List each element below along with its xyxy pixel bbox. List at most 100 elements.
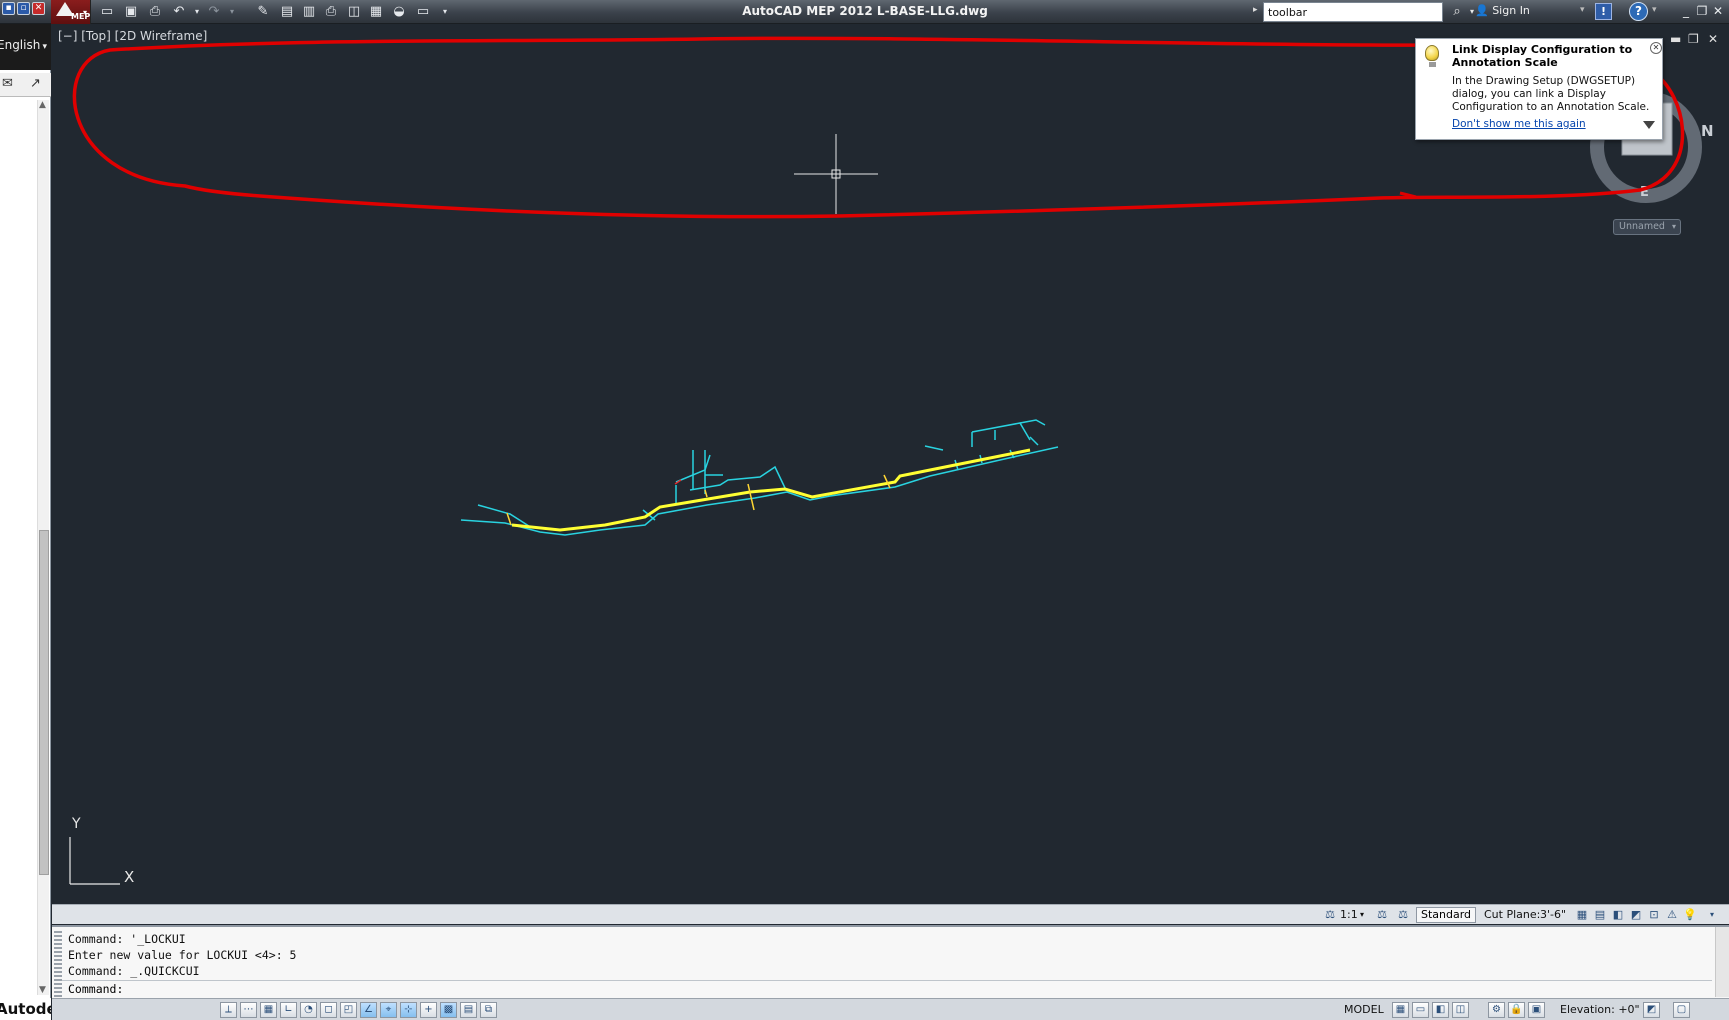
cut-plane-value[interactable]: 3'-6" [1540,907,1566,923]
restore-icon[interactable]: ❐ [1694,3,1710,19]
quick-properties-icon[interactable]: ▤ [460,1002,477,1018]
infer-constraints-icon[interactable]: ⟂ [220,1002,237,1018]
save-icon[interactable]: ▣ [122,3,140,21]
transparency-icon[interactable]: ▩ [440,1002,457,1018]
scrollbar-thumb[interactable] [39,530,49,875]
help-dropdown-icon[interactable]: ▾ [1652,5,1657,15]
command-input[interactable]: Command: [62,980,1712,997]
quick-view-layouts-icon[interactable]: ◧ [1432,1002,1449,1018]
annotation-scale-icon[interactable]: ⚖ [1322,908,1338,922]
annotation-monitor-icon[interactable]: ⚠ [1664,908,1680,922]
help-icon[interactable]: ? [1629,2,1648,21]
clean-screen-icon[interactable]: ▢ [1673,1002,1690,1018]
minimize-icon[interactable]: _ [1678,3,1694,19]
viewport-close-icon[interactable]: ✕ [1708,32,1718,46]
close-icon[interactable]: ✕ [1710,3,1726,19]
layout-icon[interactable]: ▭ [1412,1002,1429,1018]
layer-key-icon[interactable]: ▦ [1574,908,1590,922]
dont-show-again-link[interactable]: Don't show me this again [1452,118,1586,130]
dynamic-input-icon[interactable]: ⊹ [400,1002,417,1018]
mail-icon[interactable]: ✉ [2,76,13,91]
infocenter-search-input[interactable] [1263,2,1443,22]
viewport-controls-label[interactable]: [−] [Top] [2D Wireframe] [58,29,207,43]
elevation-readout[interactable]: Elevation: +0" [1560,1002,1640,1018]
doc-restore-icon[interactable]: ▫ [17,2,30,15]
chevron-down-icon: ▾ [42,42,47,52]
sign-in-button[interactable]: 👤 Sign In [1475,4,1530,17]
object-snap-tracking-icon[interactable]: ∠ [360,1002,377,1018]
history-line: Enter new value for LOCKUI <4>: 5 [68,948,297,962]
customize-qat-icon[interactable]: ▾ [436,3,454,21]
scroll-down-icon[interactable]: ▼ [39,985,46,995]
binoculars-icon[interactable]: ⌕ [1448,2,1466,22]
undo-dropdown-icon[interactable]: ▾ [188,3,206,21]
named-view-dropdown[interactable]: Unnamed [1613,219,1681,235]
publish-icon[interactable]: ▥ [300,3,318,21]
command-line-grip[interactable] [54,931,62,997]
plot-icon[interactable]: ⎙ [322,3,340,21]
lineweight-icon[interactable]: + [420,1002,437,1018]
language-label: English [0,38,41,52]
3d-object-snap-icon[interactable]: ◰ [340,1002,357,1018]
display-configuration-dropdown[interactable]: Standard ▾ [1416,907,1476,933]
left-panel-scrollbar[interactable]: ▲ ▼ [37,100,49,995]
doc-menu-icon[interactable]: ▪ [2,2,15,15]
annotation-visibility-icon[interactable]: ⚖ [1374,908,1390,922]
undo-icon[interactable]: ↶ [170,3,188,21]
toolbar-lock-icon[interactable]: 🔒 [1508,1002,1525,1018]
chevron-down-icon: ▾ [82,8,87,17]
sign-in-dropdown-icon[interactable]: ▾ [1580,5,1585,15]
sign-in-label: Sign In [1492,4,1530,17]
viewport-minimize-icon[interactable]: ▬ [1670,32,1681,46]
folder-icon[interactable]: ▭ [414,3,432,21]
viewport-restore-icon[interactable]: ❐ [1688,32,1699,46]
selection-cycling-icon[interactable]: ⧉ [480,1002,497,1018]
sheet-set-icon[interactable]: ▤ [278,3,296,21]
polar-tracking-icon[interactable]: ◔ [300,1002,317,1018]
open-folder-icon[interactable]: ▭ [98,3,116,21]
application-menu-button[interactable]: MEP ▾ [51,0,91,24]
surface-hatch-icon[interactable]: ▤ [1592,908,1608,922]
drawing-canvas[interactable]: N E Y X [52,24,1729,904]
balloon-expand-icon[interactable] [1643,121,1655,129]
ortho-mode-icon[interactable]: ∟ [280,1002,297,1018]
pop-out-arrow-icon[interactable]: ↗ [30,76,41,91]
balloon-body: In the Drawing Setup (DWGSETUP) dialog, … [1452,75,1650,113]
object-viewer-icon[interactable]: ◩ [1628,908,1644,922]
search-expand-icon[interactable]: ▸ [1253,5,1258,15]
snap-mode-icon[interactable]: ⋯ [240,1002,257,1018]
lock-icon[interactable]: ⊡ [1646,908,1662,922]
match-properties-icon[interactable]: ✎ [254,3,272,21]
lightbulb-icon[interactable]: 💡 [1682,908,1698,922]
doc-close-icon[interactable]: ✕ [32,2,45,15]
isolate-icon[interactable]: ◧ [1610,908,1626,922]
command-line-window: Command: '_LOCKUI Enter new value for LOC… [52,925,1729,998]
command-line-scrollbar[interactable] [1715,927,1729,997]
annotation-scale-dropdown-icon[interactable]: ▾ [1360,907,1364,923]
grid-display-icon[interactable]: ▦ [260,1002,277,1018]
scroll-up-icon[interactable]: ▲ [39,100,46,110]
model-space-label[interactable]: MODEL [1344,1002,1384,1018]
cut-plane-label: Cut Plane: [1484,908,1541,921]
model-icon[interactable]: ▦ [1392,1002,1409,1018]
application-status-bar: ⟂ ⋯ ▦ ∟ ◔ ◻ ◰ ∠ ⌖ ⊹ + ▩ ▤ ⧉ MODEL ▦ ▭ ◧ … [52,998,1729,1020]
workspace-gear-icon[interactable]: ⚙ [1488,1002,1505,1018]
quick-view-drawings-icon[interactable]: ◫ [1452,1002,1469,1018]
object-snap-icon[interactable]: ◻ [320,1002,337,1018]
status-menu-icon[interactable]: ▾ [1704,908,1720,922]
language-selector[interactable]: English ▾ [0,24,51,70]
dynamic-ucs-icon[interactable]: ⌖ [380,1002,397,1018]
redo-icon[interactable]: ↷ [205,3,223,21]
print-icon[interactable]: ⎙ [146,3,164,21]
isolate-objects-icon[interactable]: ◩ [1643,1002,1660,1018]
layout-icon[interactable]: ▦ [367,3,385,21]
render-icon[interactable]: ◒ [390,3,408,21]
drawing-viewport[interactable]: N E Y X [52,24,1729,904]
redo-dropdown-icon[interactable]: ▾ [223,3,241,21]
annotation-scale-value[interactable]: 1:1 [1340,907,1358,923]
autodesk-exchange-icon[interactable]: ! [1595,3,1612,20]
plot-preview-icon[interactable]: ◫ [345,3,363,21]
hardware-acceleration-icon[interactable]: ▣ [1528,1002,1545,1018]
auto-scale-icon[interactable]: ⚖ [1395,908,1411,922]
balloon-close-icon[interactable]: ✕ [1650,42,1662,54]
